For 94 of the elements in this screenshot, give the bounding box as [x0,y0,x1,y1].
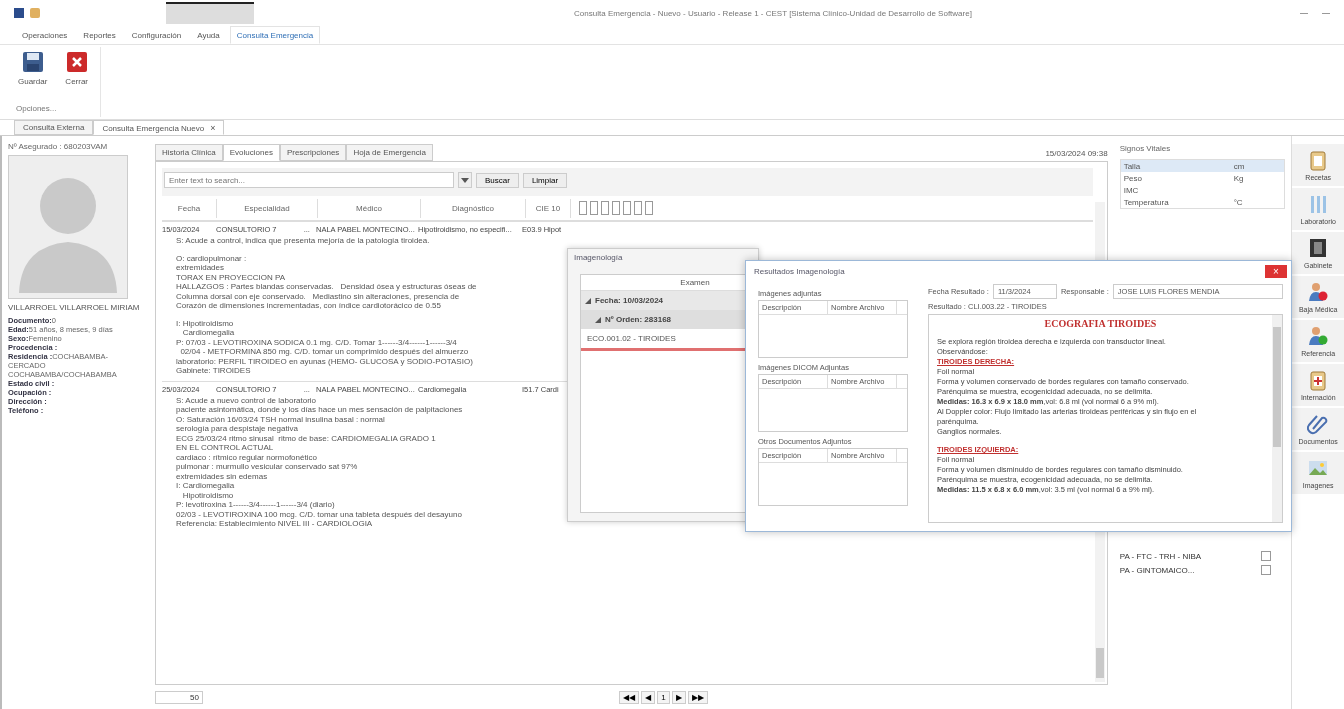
pager-button[interactable]: ▶▶ [687,690,708,704]
search-field[interactable]: Enter text to search... [163,172,454,188]
note-line: O: cardiopulmonar : [175,253,247,263]
close-icon [65,51,88,73]
tab[interactable]: Hoja de Emergencia [346,144,433,161]
insured-number: Nº Asegurado : 680203VAM [8,142,109,151]
vitals-row[interactable]: Peso Kg [1120,172,1285,184]
patient-name: VILLARROEL VILLARROEL MIRIAM [8,303,141,312]
section-title: Signos Vitales [1119,144,1172,153]
app-icon [14,8,24,18]
note-line: I: Cardiomegalia [175,481,235,491]
note-line: ECG 25/03/24 ritmo sinusal ritmo de base: CARDIOMEGALIA GRADO 1 [175,433,436,443]
note-line: TORAX EN PROYECCION PA [175,272,286,282]
dialog-title: Resultados Imagenología [753,266,846,278]
note-line: extremidades [175,263,224,273]
pager-button[interactable]: ▶ [671,690,686,704]
menu-tab[interactable]: Consulta Emergencia [229,26,321,44]
close-button[interactable]: × [1265,265,1287,278]
group-label: Opciones... [16,104,58,115]
column-header[interactable]: CIE 10 [525,198,571,218]
menu-tab[interactable]: Ayuda [191,26,226,44]
document-tab[interactable]: Consulta Emergencia Nuevo × [93,120,225,135]
pager-button[interactable]: ◀◀ [619,690,640,704]
note-line: EN EL CONTROL ACTUAL [175,443,274,453]
window-title: Consulta Emergencia - Nuevo - Usuario - Release 1 - CEST [Sistema Clínico-Unidad de Desarrollo de Software] [573,8,973,18]
column-header[interactable]: Médico [317,198,421,218]
checkbox[interactable] [1261,565,1272,575]
vitals-row[interactable]: IMC [1120,184,1285,196]
note-line: I: Hipotiroidismo [175,318,234,328]
person-icon [1307,281,1330,303]
search-button[interactable]: Limpiar [522,172,568,188]
note-line: P: levotiroxina 1------3/4------1------3/4 (diario) [175,500,335,510]
note-line: laboratorio: PERFIL TIROIDEO en ayunas (HEMO- GLUCOSA y SODIO-POTASIO) [175,356,473,366]
close-button[interactable]: Cerrar [63,47,91,90]
expand-icon[interactable] [585,297,591,304]
scrollbar-thumb[interactable] [1095,648,1104,678]
vitals-row[interactable]: Temperatura °C [1120,196,1285,208]
note-line: Hipotiroidismo [181,490,234,500]
toolbar-icon[interactable] [622,201,631,215]
page-size-field[interactable]: 50 [154,690,203,704]
note-line: S: Acude a nuevo control de laboratorio [175,395,317,405]
note-line: 02/04 - METFORMINA 850 mg. C/D. tomar un comprimido después del almuerzo [179,347,469,357]
note-line: Corazón de dimensiones incrementadas, con índice cardiotorácico de 0.55 [175,301,441,311]
search-button[interactable]: Buscar [475,172,519,188]
tool-icon [30,8,40,18]
menu-tab[interactable]: Configuración [125,26,188,44]
paperclip-icon [1307,413,1330,435]
report-title: ECOGRAFIA TIROIDES [1044,318,1157,329]
toolbar-icon[interactable] [611,201,620,215]
caret-icon [460,177,469,183]
date-time: 15/03/2024 09:38 [1045,149,1108,160]
expand-icon[interactable] [595,316,601,323]
toolbar-icon[interactable] [578,201,587,215]
toolbar-icon[interactable] [589,201,598,215]
toolbar-icon[interactable] [644,201,653,215]
note-line: Gabinete: TIROIDES [175,366,251,376]
person-icon [1307,325,1330,347]
dropdown-button[interactable] [457,172,472,188]
column-header[interactable]: Fecha [161,198,217,218]
minimize-icon[interactable] [1300,12,1308,14]
menu-tab[interactable]: Reportes [77,26,122,44]
note-line: cardiaco : rítmico regular normofonético [175,452,317,462]
note-line: pulmonar : murmullo vesicular conservado sat 97% [175,462,358,472]
tab[interactable]: Historia Clínica [154,144,223,161]
note-line: P: 07/03 - LEVOTIROXINA SODICA 0.1 mg. C/D. Tomar 1------3/4------1------3/4 [175,337,457,347]
floppy-icon [21,51,44,73]
note-line: Columna dorsal con eje conservado. Mediastino sin alteraciones, presencia de [175,291,460,301]
note-line: extremidades sin edemas [175,471,268,481]
scrollbar-thumb[interactable] [1273,327,1281,447]
column-header[interactable]: Diagnóstico [420,198,526,218]
vitals-row[interactable]: Talla cm [1120,160,1285,172]
checkbox[interactable] [1261,551,1272,561]
toolbar-icon[interactable] [633,201,642,215]
check-label: PA - FTC - TRH - NIBA [1119,551,1202,561]
pager-button[interactable]: 1 [657,690,670,704]
note-line: O: Saturación 16/03/24 TSH normal insulina basal : normal [175,414,385,424]
toolbar-icon[interactable] [600,201,609,215]
tab[interactable]: Evoluciones [222,144,280,161]
check-label: PA - GINTOMAICO... [1119,565,1195,575]
tab[interactable]: Prescripciones [279,144,347,161]
document-tab[interactable]: Consulta Externa [14,120,94,135]
note-line: S: Acude a control, indica que presenta mejoría de la patología tiroidea. [175,236,430,246]
note-line: Cardiomegalia [181,328,235,338]
column-header[interactable]: Especialidad [216,198,318,218]
save-button[interactable]: Guardar [16,47,50,90]
note-line: HALLAZGOS : Partes blandas conservadas. Densidad ósea y estructuras óseas de [175,282,477,292]
close-icon[interactable]: × [210,122,216,133]
note-line: Referencia: Establecimiento NIVEL III - CARDIOLOGIA [175,519,373,529]
note-line: paciente asintomática, donde y los días hace un mes sensación de palpitaciones [175,405,463,415]
pager-button[interactable]: ◀ [641,690,656,704]
menu-tab[interactable]: Operaciones [16,26,74,44]
dialog-title: Imagenología [573,252,624,264]
note-line: serología para despistaje negativa [175,424,298,434]
note-line: 02/03 - LEVOTIROXINA 100 mcg. C/D. tomar una tableta después del desayuno [175,509,462,519]
